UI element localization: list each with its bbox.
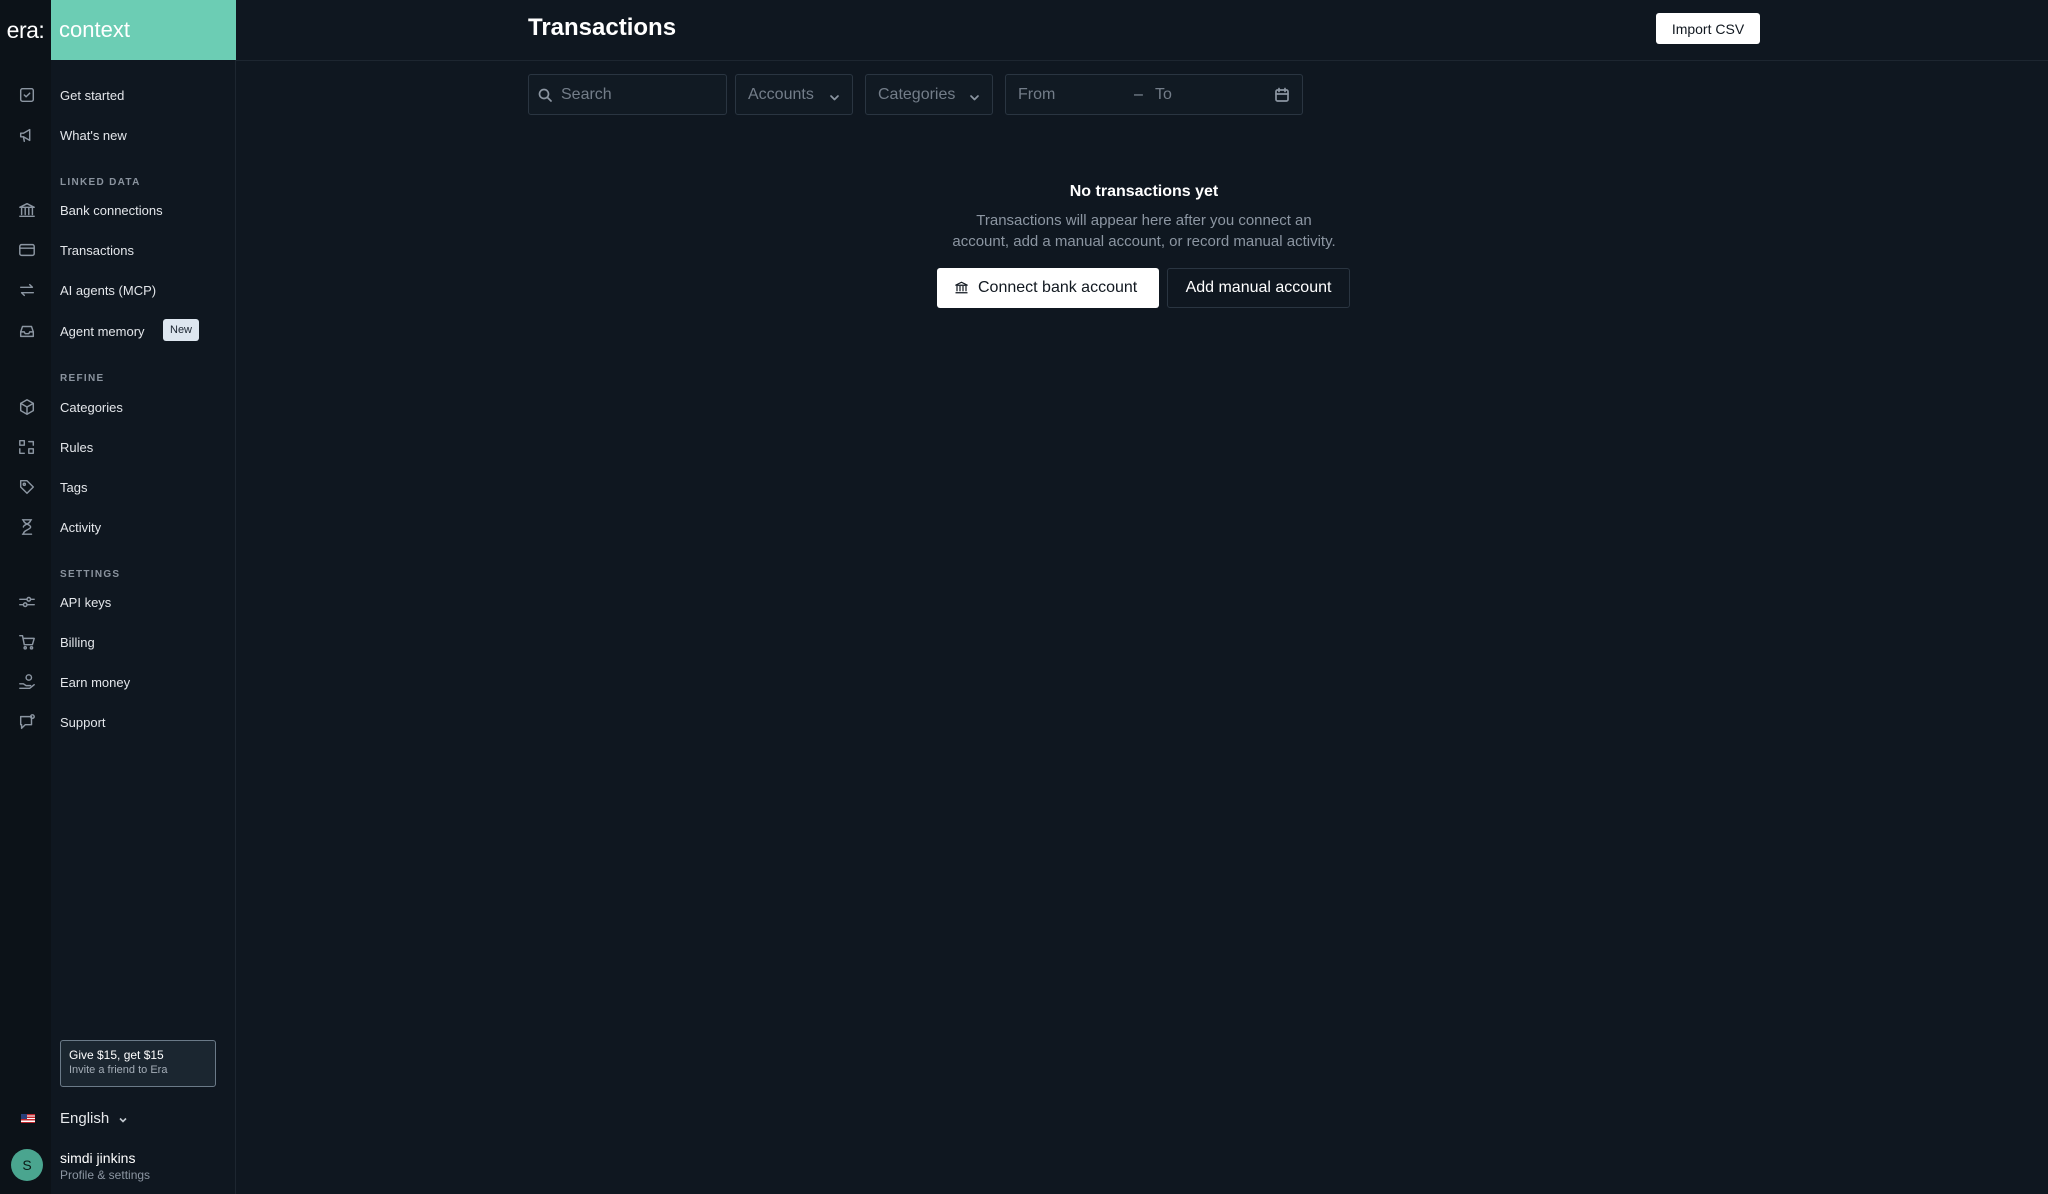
section-heading-refine: REFINE	[60, 373, 105, 384]
sidebar-item-label: AI agents (MCP)	[60, 282, 157, 298]
sidebar-item-label: Categories	[60, 399, 123, 415]
hand-coins-icon	[17, 672, 37, 692]
sidebar: era: context Get started What's new LINK…	[0, 0, 236, 1194]
accounts-dropdown[interactable]: Accounts	[735, 74, 853, 115]
chevron-down-icon	[118, 1112, 128, 1123]
connect-bank-account-label: Connect bank account	[978, 279, 1138, 296]
search-input[interactable]: Search	[528, 74, 727, 115]
era-logo[interactable]: era:	[0, 0, 51, 60]
cube-icon	[17, 397, 37, 417]
sidebar-item-rules[interactable]: Rules	[0, 431, 236, 463]
language-label: English	[60, 1109, 110, 1127]
sidebar-item-label: API keys	[60, 594, 112, 610]
accounts-label: Accounts	[748, 85, 814, 103]
date-separator: –	[1134, 85, 1143, 103]
add-manual-account-button[interactable]: Add manual account	[1167, 268, 1350, 308]
sidebar-item-label: Transactions	[60, 242, 134, 258]
checklist-icon	[17, 85, 37, 105]
referral-promo[interactable]: Give $15, get $15 Invite a friend to Era	[60, 1040, 216, 1087]
section-heading-settings: SETTINGS	[60, 569, 121, 580]
new-badge: New	[163, 319, 200, 341]
arrows-exchange-icon	[17, 280, 37, 300]
key-sliders-icon	[17, 592, 37, 612]
sidebar-item-label: Billing	[60, 634, 95, 650]
promo-title: Give $15, get $15	[69, 1048, 164, 1062]
bank-icon	[954, 280, 969, 295]
page-title: Transactions	[528, 14, 677, 41]
date-range-picker[interactable]: From – To	[1005, 74, 1303, 115]
sidebar-item-activity[interactable]: Activity	[0, 511, 236, 543]
sidebar-item-label: Activity	[60, 519, 102, 535]
chat-question-icon	[17, 712, 37, 732]
user-subtitle: Profile & settings	[60, 1168, 151, 1182]
date-to-input[interactable]: To	[1155, 86, 1172, 104]
rules-icon	[17, 437, 37, 457]
empty-state-title: No transactions yet	[1069, 183, 1219, 200]
bank-icon	[17, 200, 37, 220]
sidebar-item-whats-new[interactable]: What's new	[0, 119, 236, 151]
hourglass-icon	[17, 517, 37, 537]
empty-state-description: Transactions will appear here after you …	[936, 210, 1352, 252]
connect-bank-account-button[interactable]: Connect bank account	[937, 268, 1159, 308]
sidebar-item-label: Get started	[60, 87, 125, 103]
sidebar-item-transactions[interactable]: Transactions	[0, 234, 236, 266]
tag-icon	[17, 477, 37, 497]
sidebar-item-tags[interactable]: Tags	[0, 471, 236, 503]
date-from-input[interactable]: From	[1018, 86, 1055, 104]
sidebar-item-label: Agent memory	[60, 323, 145, 339]
categories-label: Categories	[878, 85, 956, 103]
megaphone-icon	[17, 125, 37, 145]
sidebar-item-earn-money[interactable]: Earn money	[0, 666, 236, 698]
search-placeholder: Search	[561, 85, 612, 103]
chevron-down-icon	[969, 90, 980, 101]
sidebar-item-label: Tags	[60, 479, 88, 495]
top-bar	[236, 0, 2048, 61]
sidebar-item-bank-connections[interactable]: Bank connections	[0, 194, 236, 226]
cart-icon	[17, 632, 37, 652]
user-profile[interactable]: S simdi jinkins Profile & settings	[0, 1146, 236, 1186]
calendar-icon[interactable]	[1274, 87, 1290, 103]
sidebar-item-support[interactable]: Support	[0, 706, 236, 738]
sidebar-item-label: Bank connections	[60, 202, 163, 218]
empty-state-description-line: account, add a manual account, or record…	[952, 233, 1336, 250]
avatar: S	[11, 1149, 43, 1181]
section-heading-linked-data: LINKED DATA	[60, 177, 141, 188]
import-csv-button[interactable]: Import CSV	[1656, 13, 1760, 44]
sidebar-item-billing[interactable]: Billing	[0, 626, 236, 658]
us-flag-icon	[21, 1113, 35, 1123]
language-selector[interactable]: English	[0, 1104, 236, 1132]
sidebar-item-ai-agents[interactable]: AI agents (MCP)	[0, 274, 236, 306]
sidebar-item-label: Rules	[60, 439, 94, 455]
sidebar-item-agent-memory[interactable]: Agent memory New	[0, 315, 236, 347]
sidebar-item-api-keys[interactable]: API keys	[0, 586, 236, 618]
context-logo[interactable]: context	[51, 0, 236, 60]
empty-state-description-line: Transactions will appear here after you …	[976, 212, 1312, 229]
promo-subtitle: Invite a friend to Era	[69, 1064, 168, 1076]
user-name: simdi jinkins	[60, 1150, 136, 1166]
sidebar-item-label: Support	[60, 714, 106, 730]
sidebar-item-label: What's new	[60, 127, 127, 143]
chevron-down-icon	[829, 90, 840, 101]
credit-card-icon	[17, 240, 37, 260]
inbox-icon	[17, 321, 37, 341]
search-icon	[538, 88, 552, 102]
sidebar-item-label: Earn money	[60, 674, 131, 690]
categories-dropdown[interactable]: Categories	[865, 74, 993, 115]
sidebar-item-categories[interactable]: Categories	[0, 391, 236, 423]
sidebar-item-get-started[interactable]: Get started	[0, 79, 236, 111]
